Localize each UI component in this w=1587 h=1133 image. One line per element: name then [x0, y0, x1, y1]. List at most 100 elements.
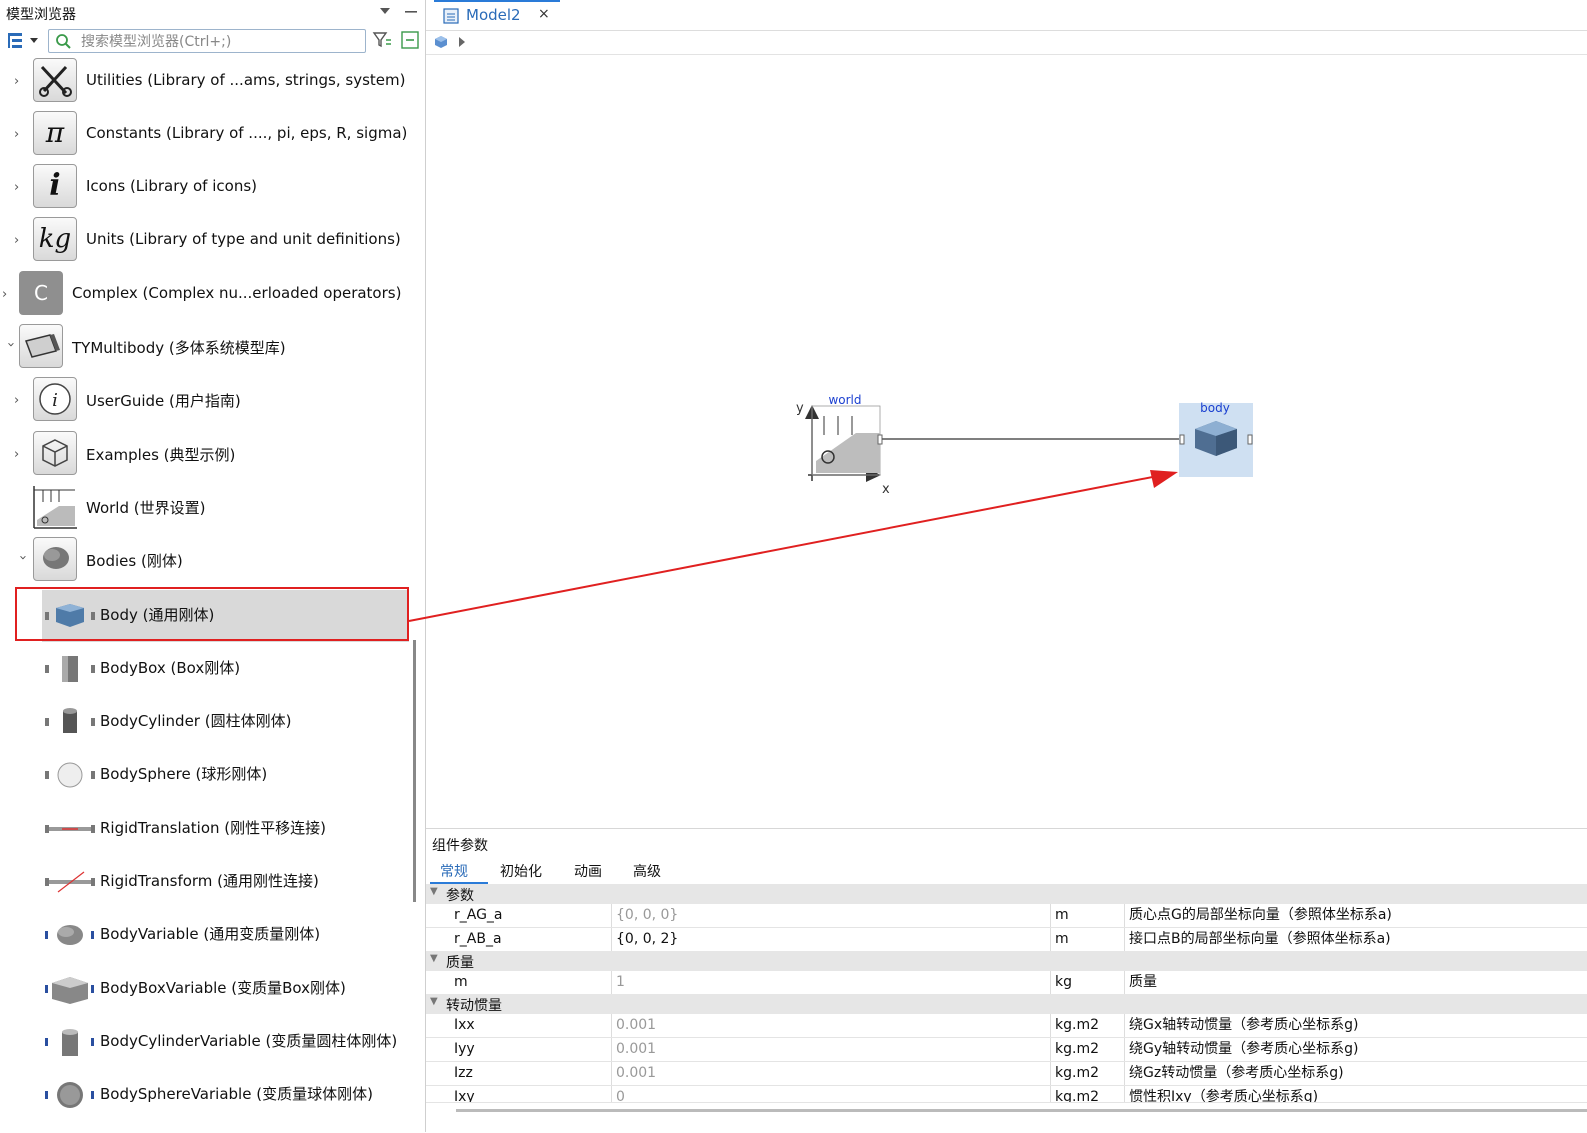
body-label: body — [1200, 401, 1230, 415]
tree-item-utilities[interactable]: › Utilities (Library of ...ams, strings,… — [0, 57, 410, 109]
tree-item-label: BodyCylinderVariable (变质量圆柱体刚体) — [100, 1032, 398, 1050]
tree-item-units[interactable]: › kg Units (Library of type and unit def… — [0, 216, 410, 268]
pi-icon: π — [33, 111, 77, 155]
param-description: 质心点G的局部坐标向量（参照体坐标系a) — [1124, 904, 1587, 927]
info-icon: i — [33, 164, 77, 208]
param-row[interactable]: Iyy 0.001 kg.m2 绕Gy轴转动惯量（参考质心坐标系g) — [426, 1038, 1587, 1062]
chevron-right-icon[interactable]: › — [14, 393, 28, 411]
tree-item-label: BodySphere (球形刚体) — [100, 765, 268, 783]
box-body-icon — [45, 656, 95, 682]
tab-model2[interactable]: Model2 × — [434, 0, 560, 30]
param-row[interactable]: m 1 kg 质量 — [426, 971, 1587, 995]
param-value-field[interactable]: 0.001 — [611, 1014, 1049, 1037]
param-row[interactable]: Ixx 0.001 kg.m2 绕Gx轴转动惯量（参考质心坐标系g) — [426, 1014, 1587, 1038]
chevron-down-icon[interactable]: › — [0, 342, 18, 356]
model-cube-icon[interactable] — [434, 35, 448, 49]
tree-item-bodycylinder[interactable]: BodyCylinder (圆柱体刚体) — [0, 696, 410, 748]
horizontal-scrollbar[interactable] — [456, 1109, 1587, 1112]
search-field[interactable] — [48, 29, 366, 53]
param-unit: m — [1050, 904, 1124, 927]
param-row-partial[interactable]: Ixy 0 kg.m2 惯性积Ixy（参考质心坐标系g) — [426, 1086, 1587, 1103]
chevron-right-icon[interactable]: › — [2, 287, 16, 305]
param-row[interactable]: r_AB_a {0, 0, 2} m 接口点B的局部坐标向量（参照体坐标系a) — [426, 928, 1587, 952]
tab-advanced[interactable]: 高级 — [633, 861, 661, 881]
chevron-right-icon[interactable]: › — [14, 127, 28, 145]
chevron-down-icon[interactable]: ▼ — [430, 996, 438, 1007]
tree-item-constants[interactable]: › π Constants (Library of ...., pi, eps,… — [0, 110, 410, 162]
kg-units-icon: kg — [33, 217, 77, 261]
annotation-highlight-box — [15, 587, 409, 641]
sphere-body-icon — [45, 762, 95, 788]
chevron-right-icon[interactable]: › — [14, 74, 28, 92]
param-description: 质量 — [1124, 971, 1587, 994]
filter-icon[interactable] — [372, 30, 392, 50]
tree-view-icon[interactable] — [6, 30, 40, 52]
world-icon — [31, 484, 77, 529]
component-parameters-panel: 组件参数 常规 初始化 动画 高级 ▼ 参数 r_AG_a {0, 0, 0} … — [426, 828, 1587, 1133]
chevron-right-icon[interactable]: › — [14, 180, 28, 198]
param-value-field[interactable]: {0, 0, 0} — [611, 904, 1049, 927]
param-row[interactable]: Izz 0.001 kg.m2 绕Gz转动惯量（参考质心坐标系g) — [426, 1062, 1587, 1086]
world-component[interactable]: world y x — [796, 393, 890, 497]
tree-item-bodysphere[interactable]: BodySphere (球形刚体) — [0, 749, 410, 801]
package-cube-icon — [33, 431, 77, 475]
param-unit: kg.m2 — [1050, 1038, 1124, 1061]
tree-item-label: TYMultibody (多体系统模型库) — [72, 339, 286, 357]
minimize-icon[interactable] — [404, 4, 418, 18]
group-mass[interactable]: ▼ 质量 — [426, 951, 1587, 971]
tree-item-bodyboxvariable[interactable]: BodyBoxVariable (变质量Box刚体) — [0, 963, 410, 1015]
body-component[interactable]: body — [1179, 401, 1253, 477]
search-input[interactable] — [79, 32, 363, 52]
tree-item-userguide[interactable]: › i UserGuide (用户指南) — [0, 376, 410, 428]
tree-item-bodybox[interactable]: BodyBox (Box刚体) — [0, 643, 410, 695]
tab-label: Model2 — [466, 6, 521, 24]
collapse-all-icon[interactable] — [400, 30, 420, 50]
tools-icon — [33, 58, 77, 102]
tree-item-bodyspherevariable[interactable]: BodySphereVariable (变质量球体刚体) — [0, 1069, 410, 1121]
tree-item-world[interactable]: World (世界设置) — [0, 483, 410, 535]
editor-tab-bar: Model2 × — [426, 0, 1587, 31]
tree-item-examples[interactable]: › Examples (典型示例) — [0, 430, 410, 482]
tree-item-icons[interactable]: › i Icons (Library of icons) — [0, 163, 410, 215]
param-name: Iyy — [454, 1041, 475, 1057]
tree-item-tymultibody[interactable]: › TYMultibody (多体系统模型库) — [0, 323, 410, 375]
body-port-a[interactable] — [1179, 434, 1185, 445]
diagram-canvas[interactable]: world y x body — [426, 55, 1587, 827]
tree-item-label: BodySphereVariable (变质量球体刚体) — [100, 1085, 373, 1103]
body-port-b[interactable] — [1247, 434, 1253, 445]
param-value-field[interactable]: {0, 0, 2} — [611, 928, 1049, 951]
axis-x-label: x — [882, 482, 890, 497]
chevron-down-icon[interactable]: ▼ — [430, 953, 438, 964]
group-inertia[interactable]: ▼ 转动惯量 — [426, 994, 1587, 1014]
world-port[interactable] — [877, 434, 883, 445]
param-value-field[interactable]: 0.001 — [611, 1062, 1049, 1085]
param-value-field[interactable]: 0.001 — [611, 1038, 1049, 1061]
chevron-down-icon[interactable]: ▼ — [430, 886, 438, 897]
tree-item-complex[interactable]: › C Complex (Complex nu...erloaded opera… — [0, 270, 410, 322]
tree-item-label: Utilities (Library of ...ams, strings, s… — [86, 71, 406, 89]
tree-item-rigidtranslation[interactable]: RigidTranslation (刚性平移连接) — [0, 803, 410, 855]
cylinder-body-icon — [45, 708, 95, 733]
close-icon[interactable]: × — [538, 6, 550, 22]
tree-item-label: BodyVariable (通用变质量刚体) — [100, 925, 321, 943]
tree-item-rigidtransform[interactable]: RigidTransform (通用刚性连接) — [0, 856, 410, 908]
tree-item-bodies[interactable]: › Bodies (刚体) — [0, 536, 410, 588]
tree-item-label: RigidTransform (通用刚性连接) — [100, 872, 319, 890]
variable-sphere-icon — [45, 1082, 94, 1108]
group-parameters[interactable]: ▼ 参数 — [426, 884, 1587, 904]
chevron-right-icon[interactable] — [457, 36, 467, 48]
param-value-field[interactable]: 1 — [611, 971, 1049, 994]
panel-menu-icon[interactable] — [378, 4, 392, 18]
tab-animation[interactable]: 动画 — [574, 861, 602, 881]
tree-item-bodyvariable[interactable]: BodyVariable (通用变质量刚体) — [0, 909, 410, 961]
chevron-right-icon[interactable]: › — [14, 447, 28, 465]
param-row[interactable]: r_AG_a {0, 0, 0} m 质心点G的局部坐标向量（参照体坐标系a) — [426, 904, 1587, 928]
param-value-field[interactable]: 0 — [611, 1086, 1049, 1102]
tab-general[interactable]: 常规 — [440, 861, 468, 881]
tab-initialization[interactable]: 初始化 — [500, 861, 542, 881]
vertical-scrollbar[interactable] — [413, 640, 416, 902]
chevron-down-icon[interactable]: › — [12, 555, 30, 569]
param-unit: kg.m2 — [1050, 1014, 1124, 1037]
tree-item-bodycylindervariable[interactable]: BodyCylinderVariable (变质量圆柱体刚体) — [0, 1016, 410, 1068]
chevron-right-icon[interactable]: › — [14, 233, 28, 251]
